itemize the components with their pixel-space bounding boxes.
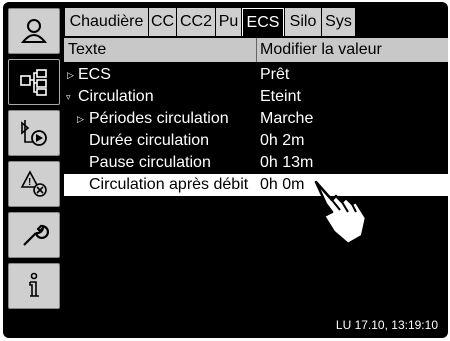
table-row-ecs[interactable]: ▷ ECS Prêt <box>64 64 448 86</box>
table-row-circulation-apres-debit[interactable]: Circulation après débit 0h 0m <box>64 174 448 196</box>
tab-sys[interactable]: Sys <box>322 8 355 36</box>
pump-valve-icon <box>21 120 47 146</box>
row-label: Circulation après débit <box>89 176 249 193</box>
tab-cc2[interactable]: CC2 <box>177 8 215 36</box>
datetime-display: LU 17.10, 13:19:10 <box>335 318 438 332</box>
row-value: Marche <box>260 110 314 127</box>
tab-chaudiere[interactable]: Chaudière <box>65 8 148 36</box>
device-screen: ! Chaudière CC CC2 Pu ECS Silo Sys Texte <box>3 2 448 338</box>
svg-text:!: ! <box>28 177 31 188</box>
tab-bar: Chaudière CC CC2 Pu ECS Silo Sys <box>65 8 356 36</box>
table-row-circulation[interactable]: ▿ Circulation Eteint <box>64 86 448 108</box>
sidebar-button-alarm[interactable]: ! <box>8 161 60 207</box>
sidebar-button-info[interactable] <box>8 263 60 309</box>
column-divider <box>256 38 257 62</box>
tab-cc[interactable]: CC <box>149 8 176 36</box>
tab-pu[interactable]: Pu <box>216 8 241 36</box>
sidebar-button-settings[interactable] <box>8 212 60 258</box>
double-tap-label: 2x <box>364 236 400 272</box>
row-value: Prêt <box>260 66 290 83</box>
user-icon <box>20 19 48 43</box>
row-label: ECS <box>78 66 111 83</box>
row-value: Eteint <box>260 88 301 105</box>
expand-arrow-icon[interactable]: ▷ <box>77 114 84 125</box>
sidebar-button-hierarchy[interactable] <box>8 59 60 105</box>
column-header-value: Modifier la valeur <box>260 41 382 58</box>
expand-arrow-icon[interactable]: ▷ <box>67 70 74 81</box>
wrench-icon <box>23 224 49 246</box>
sidebar: ! <box>8 8 60 309</box>
row-value: 0h 13m <box>260 154 314 171</box>
status-bar: LU 17.10, 13:19:10 <box>3 316 448 336</box>
info-icon <box>29 272 39 297</box>
tab-ecs[interactable]: ECS <box>242 8 284 36</box>
tab-silo[interactable]: Silo <box>285 8 321 36</box>
table-row-periodes-circulation[interactable]: ▷ Périodes circulation Marche <box>64 108 448 130</box>
sidebar-button-pump[interactable] <box>8 110 60 156</box>
table-header: Texte Modifier la valeur <box>64 38 448 62</box>
row-value: 0h 2m <box>260 132 305 149</box>
collapse-arrow-icon[interactable]: ▿ <box>66 92 71 103</box>
table-row-duree-circulation[interactable]: Durée circulation 0h 2m <box>64 130 448 152</box>
row-label: Circulation <box>78 88 154 105</box>
row-label: Durée circulation <box>89 132 210 149</box>
alarm-icon: ! <box>20 170 47 197</box>
table-row-pause-circulation[interactable]: Pause circulation 0h 13m <box>64 152 448 174</box>
row-value: 0h 0m <box>260 176 305 193</box>
row-label: Pause circulation <box>89 154 211 171</box>
column-header-text: Texte <box>68 41 107 58</box>
hierarchy-icon <box>20 69 47 96</box>
pointing-hand-icon <box>314 180 368 246</box>
row-label: Périodes circulation <box>89 110 229 127</box>
sidebar-button-user[interactable] <box>8 8 60 54</box>
